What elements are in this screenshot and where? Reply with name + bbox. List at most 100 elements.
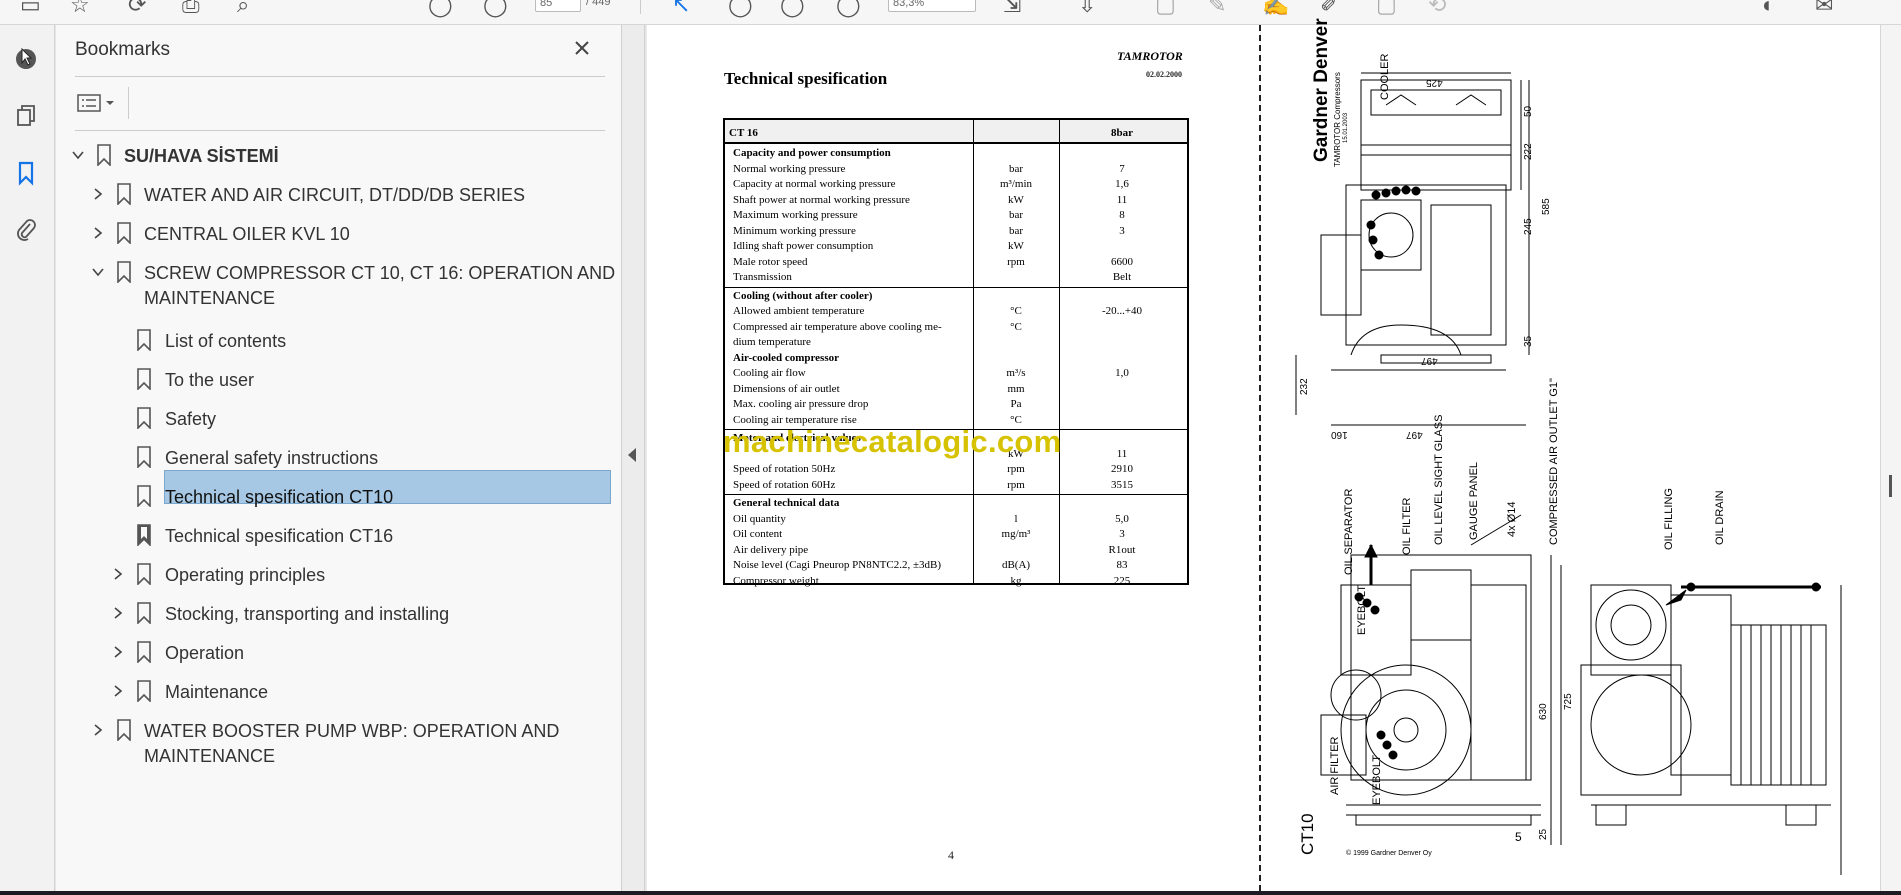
compressor-drawing [1295, 72, 1842, 875]
print-icon[interactable]: ⎙ [182, 0, 200, 16]
spec-unit: rpm [1007, 478, 1025, 491]
vertical-scrollbar[interactable] [1880, 25, 1901, 891]
scrollbar-thumb[interactable] [1889, 475, 1892, 497]
save-icon[interactable]: ▭ [20, 0, 41, 16]
zoom-in-icon[interactable]: ◯ [836, 0, 861, 16]
label-oil-separator: OIL SEPARATOR [1343, 488, 1355, 575]
spec-row: Air-cooled compressor [725, 351, 1187, 366]
text-edit-icon[interactable]: ✐ [1320, 0, 1338, 16]
hand-tool-icon[interactable]: ◯ [728, 0, 753, 16]
bookmark-filled-icon [137, 524, 151, 546]
tools-icon[interactable]: ⟲ [1428, 0, 1446, 16]
brand-sub: TAMROTOR Compressors [1333, 72, 1342, 167]
bookmark-item[interactable]: Operating principles [56, 563, 616, 587]
bookmark-label: Maintenance [165, 682, 269, 702]
close-icon[interactable] [571, 37, 593, 59]
bookmark-item[interactable]: Technical spesification CT16 [56, 524, 616, 548]
bookmark-icon [137, 329, 151, 351]
bookmark-item[interactable]: SCREW COMPRESSOR CT 10, CT 16: OPERATION… [56, 261, 616, 309]
chevron-right-icon[interactable] [111, 684, 125, 698]
select-cursor-icon[interactable]: ↖ [672, 0, 690, 16]
page-heading: Technical spesification [724, 69, 888, 88]
label-oil-filter: OIL FILTER [1401, 497, 1413, 555]
bookmark-root[interactable]: SU/HAVA SİSTEMİ [56, 144, 616, 168]
attachments-icon[interactable] [13, 217, 39, 243]
bookmark-icon [137, 680, 151, 702]
panel-divider [75, 130, 605, 131]
chevron-right-icon[interactable] [91, 226, 105, 240]
account-icon[interactable]: ◐ [1762, 0, 1775, 16]
spec-label: Compressed air temperature above cooling… [733, 320, 942, 333]
panel-title: Bookmarks [75, 39, 171, 60]
dim: 245 [1523, 218, 1534, 235]
bookmark-item[interactable]: To the user [56, 368, 616, 392]
spec-label: Cooling (without after cooler) [733, 289, 873, 302]
stamp-icon[interactable]: ▢ [1376, 0, 1397, 16]
copyright: © 1999 Gardner Denver Oy [1346, 850, 1432, 857]
spec-row: Dimensions of air outlet mm [725, 382, 1187, 397]
dim: 232 [1299, 378, 1310, 395]
chevron-right-icon[interactable] [111, 645, 125, 659]
highlight-icon[interactable]: ✎ [1208, 0, 1226, 16]
spec-value: 11 [1116, 193, 1128, 206]
spec-row: Speed of rotation 60Hz rpm 3515 [725, 478, 1187, 493]
bookmark-label: CENTRAL OILER KVL 10 [144, 224, 350, 244]
next-page-icon[interactable]: ◯ [483, 0, 508, 16]
chevron-right-icon[interactable] [91, 187, 105, 201]
spec-unit: kg [1010, 574, 1022, 587]
spec-row: Maximum working pressure bar 8 [725, 208, 1187, 223]
pages-thumbnail-icon[interactable] [13, 103, 39, 129]
spec-row: Compressed air temperature above cooling… [725, 320, 1187, 335]
search-icon[interactable]: ⌕ [237, 0, 249, 16]
page-number-input[interactable]: 85 [535, 0, 581, 12]
spec-value: 7 [1119, 162, 1125, 175]
dim: 725 [1563, 693, 1574, 710]
spec-row: Minimum working pressure bar 3 [725, 224, 1187, 239]
hand-tool-icon[interactable] [13, 45, 39, 71]
spec-label: Male rotor speed [733, 255, 808, 268]
page-separator [1259, 25, 1261, 891]
zoom-out-icon[interactable]: ◯ [780, 0, 805, 16]
panel-splitter[interactable] [621, 25, 645, 891]
spec-unit: m³/s [1006, 367, 1026, 379]
scroll-mode-icon[interactable]: ⇩ [1078, 0, 1096, 16]
mail-icon[interactable]: ✉ [1815, 0, 1833, 16]
chevron-right-icon[interactable] [111, 606, 125, 620]
spec-unit: rpm [1007, 463, 1025, 475]
spec-row: General technical data [725, 496, 1187, 511]
collapse-panel-icon[interactable] [628, 448, 636, 462]
fit-page-icon[interactable]: ⇲ [1003, 0, 1021, 16]
prev-page-icon[interactable]: ◯ [428, 0, 453, 16]
bookmark-item[interactable]: Maintenance [56, 680, 616, 704]
spec-label: dium temperature [733, 336, 811, 348]
bookmarks-panel-icon[interactable] [13, 160, 39, 186]
bookmark-add-icon[interactable]: ☆ [70, 0, 90, 16]
chevron-right-icon[interactable] [91, 723, 105, 737]
share-icon[interactable]: ⟳ [128, 0, 146, 16]
bookmark-item[interactable]: WATER AND AIR CIRCUIT, DT/DD/DB SERIES [56, 183, 616, 207]
chevron-right-icon[interactable] [111, 567, 125, 581]
draw-icon[interactable]: ✍ [1262, 0, 1289, 16]
spec-label: Dimensions of air outlet [733, 382, 840, 395]
bookmark-icon [137, 368, 151, 390]
zoom-input[interactable]: 83,3% [888, 0, 976, 12]
bookmark-item[interactable]: General safety instructions [56, 446, 616, 470]
bookmark-item[interactable]: CENTRAL OILER KVL 10 [56, 222, 616, 246]
spec-value: 83 [1116, 559, 1128, 571]
bookmark-options-button[interactable] [75, 89, 123, 117]
spec-label: Allowed ambient temperature [733, 305, 865, 317]
spec-value: R1out [1108, 543, 1136, 556]
bookmark-icon [117, 183, 131, 205]
bookmark-item[interactable]: List of contents [56, 329, 616, 353]
bookmark-item[interactable]: Operation [56, 641, 616, 665]
comment-icon[interactable]: ▢ [1155, 0, 1176, 16]
spec-row: Noise level (Cagi Pneurop PN8NTC2.2, ±3d… [725, 558, 1187, 573]
chevron-down-icon[interactable] [71, 148, 85, 162]
bookmark-item-selected[interactable]: Technical spesification CT10 [56, 485, 616, 509]
bookmark-item[interactable]: Stocking, transporting and installing [56, 602, 616, 626]
bookmark-item[interactable]: WATER BOOSTER PUMP WBP: OPERATION AND MA… [56, 719, 616, 767]
spec-value: -20...+40 [1101, 305, 1143, 317]
chevron-down-icon[interactable] [91, 265, 105, 279]
bookmark-item[interactable]: Safety [56, 407, 616, 431]
label-air-filter: AIR FILTER [1329, 736, 1341, 795]
